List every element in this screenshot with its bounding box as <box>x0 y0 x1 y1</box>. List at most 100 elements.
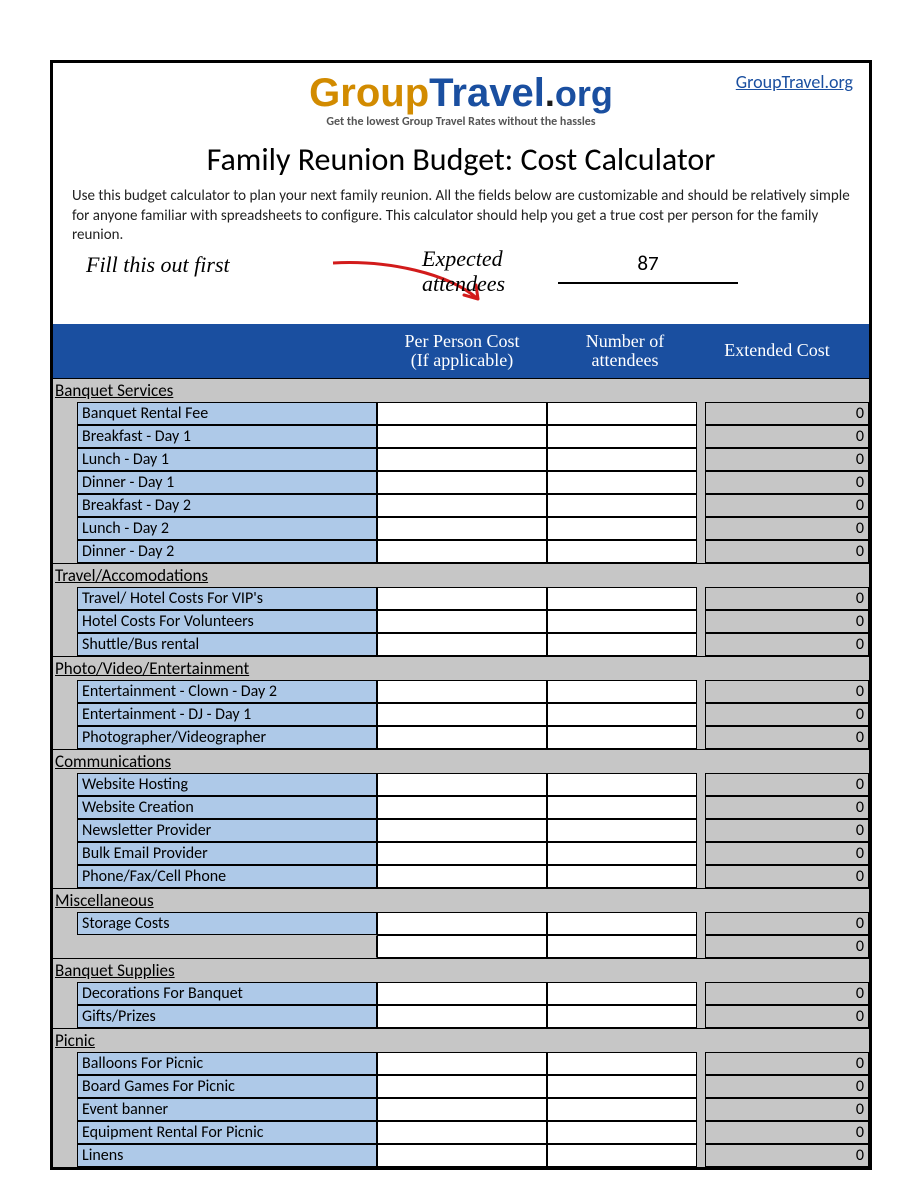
per-person-cost-input[interactable] <box>377 842 547 865</box>
per-person-cost-input[interactable] <box>377 402 547 425</box>
extended-cost: 0 <box>705 540 869 563</box>
section-header: Banquet Supplies <box>53 958 869 982</box>
per-person-cost-input[interactable] <box>377 1098 547 1121</box>
row-label: Banquet Rental Fee <box>77 402 377 425</box>
row-label: Linens <box>77 1144 377 1167</box>
number-attendees-input[interactable] <box>547 425 697 448</box>
row-label: Bulk Email Provider <box>77 842 377 865</box>
expected-attendees-row: Fill this out first Expected attendees 8… <box>68 252 854 318</box>
col-per-person-l2: (If applicable) <box>377 351 547 370</box>
number-attendees-input[interactable] <box>547 1052 697 1075</box>
per-person-cost-input[interactable] <box>377 494 547 517</box>
row-label: Decorations For Banquet <box>77 982 377 1005</box>
table-row: Gifts/Prizes0 <box>53 1005 869 1028</box>
per-person-cost-input[interactable] <box>377 540 547 563</box>
number-attendees-input[interactable] <box>547 912 697 935</box>
column-gap <box>697 633 705 656</box>
number-attendees-input[interactable] <box>547 402 697 425</box>
number-attendees-input[interactable] <box>547 819 697 842</box>
number-attendees-input[interactable] <box>547 935 697 958</box>
expected-label-line2: attendees <box>422 271 505 296</box>
row-indent <box>53 1144 77 1167</box>
table-row: Equipment Rental For Picnic0 <box>53 1121 869 1144</box>
table-row: Breakfast - Day 20 <box>53 494 869 517</box>
per-person-cost-input[interactable] <box>377 912 547 935</box>
row-indent <box>53 796 77 819</box>
per-person-cost-input[interactable] <box>377 448 547 471</box>
per-person-cost-input[interactable] <box>377 471 547 494</box>
column-gap <box>697 610 705 633</box>
number-attendees-input[interactable] <box>547 633 697 656</box>
row-label: Lunch - Day 1 <box>77 448 377 471</box>
per-person-cost-input[interactable] <box>377 1052 547 1075</box>
per-person-cost-input[interactable] <box>377 796 547 819</box>
per-person-cost-input[interactable] <box>377 982 547 1005</box>
col-attendees-l1: Number of <box>553 332 697 351</box>
row-label: Shuttle/Bus rental <box>77 633 377 656</box>
column-gap <box>697 1144 705 1167</box>
section-header: Miscellaneous <box>53 888 869 912</box>
number-attendees-input[interactable] <box>547 1121 697 1144</box>
per-person-cost-input[interactable] <box>377 703 547 726</box>
number-attendees-input[interactable] <box>547 842 697 865</box>
row-label: Equipment Rental For Picnic <box>77 1121 377 1144</box>
col-attendees: Number of attendees <box>547 332 697 370</box>
number-attendees-input[interactable] <box>547 796 697 819</box>
per-person-cost-input[interactable] <box>377 935 547 958</box>
number-attendees-input[interactable] <box>547 471 697 494</box>
per-person-cost-input[interactable] <box>377 773 547 796</box>
table-row: Website Hosting0 <box>53 773 869 796</box>
per-person-cost-input[interactable] <box>377 819 547 842</box>
number-attendees-input[interactable] <box>547 517 697 540</box>
row-indent <box>53 587 77 610</box>
number-attendees-input[interactable] <box>547 1144 697 1167</box>
per-person-cost-input[interactable] <box>377 1121 547 1144</box>
row-label: Website Creation <box>77 796 377 819</box>
per-person-cost-input[interactable] <box>377 1144 547 1167</box>
table-row: Hotel Costs For Volunteers0 <box>53 610 869 633</box>
table-row: Lunch - Day 20 <box>53 517 869 540</box>
per-person-cost-input[interactable] <box>377 587 547 610</box>
number-attendees-input[interactable] <box>547 726 697 749</box>
row-indent <box>53 703 77 726</box>
logo-part-org: org <box>555 73 613 114</box>
per-person-cost-input[interactable] <box>377 610 547 633</box>
row-indent <box>53 402 77 425</box>
column-gap <box>697 587 705 610</box>
number-attendees-input[interactable] <box>547 680 697 703</box>
row-indent <box>53 842 77 865</box>
per-person-cost-input[interactable] <box>377 680 547 703</box>
row-label: Hotel Costs For Volunteers <box>77 610 377 633</box>
row-indent <box>53 448 77 471</box>
per-person-cost-input[interactable] <box>377 517 547 540</box>
row-indent <box>53 494 77 517</box>
number-attendees-input[interactable] <box>547 540 697 563</box>
number-attendees-input[interactable] <box>547 982 697 1005</box>
extended-cost: 0 <box>705 1005 869 1028</box>
number-attendees-input[interactable] <box>547 1075 697 1098</box>
expected-attendees-input[interactable]: 87 <box>558 250 738 284</box>
column-headers: Per Person Cost (If applicable) Number o… <box>53 324 869 378</box>
per-person-cost-input[interactable] <box>377 425 547 448</box>
number-attendees-input[interactable] <box>547 494 697 517</box>
column-gap <box>697 1098 705 1121</box>
column-gap <box>697 1075 705 1098</box>
number-attendees-input[interactable] <box>547 610 697 633</box>
per-person-cost-input[interactable] <box>377 726 547 749</box>
number-attendees-input[interactable] <box>547 1098 697 1121</box>
per-person-cost-input[interactable] <box>377 865 547 888</box>
per-person-cost-input[interactable] <box>377 633 547 656</box>
per-person-cost-input[interactable] <box>377 1005 547 1028</box>
number-attendees-input[interactable] <box>547 703 697 726</box>
column-gap <box>697 842 705 865</box>
number-attendees-input[interactable] <box>547 587 697 610</box>
table-row: Breakfast - Day 10 <box>53 425 869 448</box>
number-attendees-input[interactable] <box>547 865 697 888</box>
per-person-cost-input[interactable] <box>377 1075 547 1098</box>
column-gap <box>697 703 705 726</box>
number-attendees-input[interactable] <box>547 448 697 471</box>
table-row: Photographer/Videographer0 <box>53 726 869 749</box>
number-attendees-input[interactable] <box>547 1005 697 1028</box>
number-attendees-input[interactable] <box>547 773 697 796</box>
table-row: Phone/Fax/Cell Phone0 <box>53 865 869 888</box>
